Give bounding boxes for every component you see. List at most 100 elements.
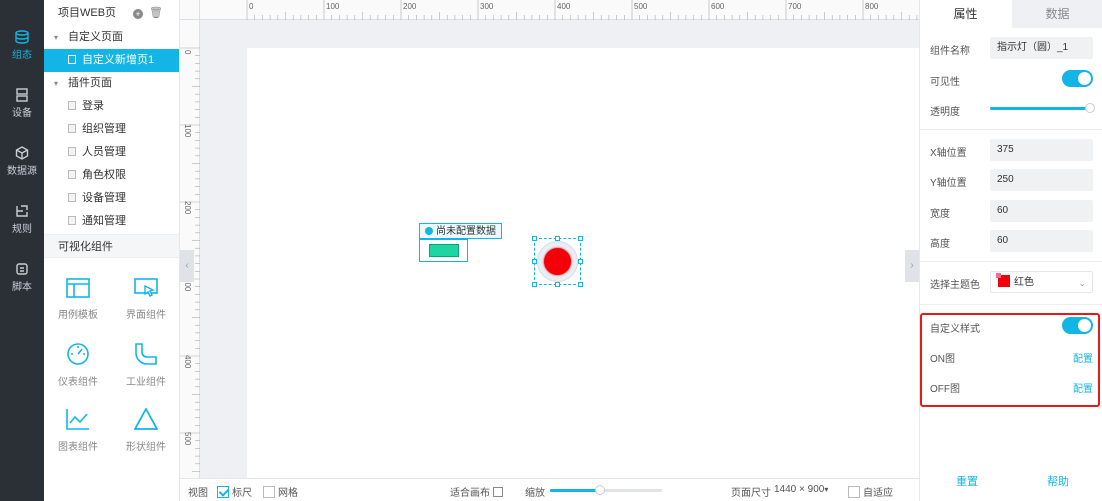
tree-group-plugin[interactable]: ▾ 插件页面 [44, 72, 179, 95]
tree-item-roles[interactable]: 角色权限 [44, 164, 179, 187]
tree-item-org[interactable]: 组织管理 [44, 118, 179, 141]
visible-toggle[interactable] [1062, 70, 1093, 87]
ruler-top-label: 300 [480, 2, 494, 11]
tree-item-label: 登录 [82, 100, 104, 112]
resize-handle[interactable] [578, 259, 583, 264]
tree-group-custom[interactable]: ▾ 自定义页面 [44, 26, 179, 49]
auto-fit-label: 自适应 [863, 488, 893, 499]
opacity-slider[interactable] [990, 103, 1095, 113]
info-dot-icon [425, 227, 433, 235]
help-button[interactable]: 帮助 [1047, 473, 1069, 489]
lamp-light [544, 248, 571, 275]
page-icon [68, 193, 76, 202]
resize-handle[interactable] [532, 259, 537, 264]
opacity-slider-knob[interactable] [1085, 103, 1095, 113]
resize-handle[interactable] [578, 282, 583, 287]
ruler-label: 标尺 [232, 488, 252, 499]
prop-opacity: 透明度 [930, 98, 1095, 120]
theme-color-value: 红色 [1014, 277, 1034, 288]
tree-item-custom-page-1[interactable]: 自定义新增页1 [44, 49, 179, 72]
rail-item-script[interactable]: 脚本 [0, 262, 44, 293]
delete-icon[interactable]: 🗑 [149, 7, 163, 19]
component-label: 仪表组件 [58, 377, 98, 388]
rail-item-configuration[interactable]: 组态 [0, 30, 44, 61]
component-name-input[interactable]: 指示灯（圆）_1 [990, 37, 1093, 59]
width-input[interactable]: 60 [990, 200, 1093, 222]
rail-item-rules[interactable]: 规则 [0, 204, 44, 235]
layers-icon [15, 30, 29, 44]
tree-item-label: 通知管理 [82, 215, 126, 227]
ruler-toggle[interactable]: 标尺 [217, 484, 252, 499]
tree-item-notify[interactable]: 通知管理 [44, 210, 179, 233]
rail-item-datasource[interactable]: 数据源 [0, 146, 44, 177]
chevron-left-icon: ‹ [185, 260, 189, 271]
ruler-left-label: 0 [183, 50, 192, 55]
page-icon [68, 124, 76, 133]
fit-canvas-label: 适合画布 [450, 488, 490, 499]
auto-fit-toggle[interactable]: 自适应 [848, 484, 893, 499]
rule-icon [16, 205, 28, 217]
x-position-input[interactable]: 375 [990, 139, 1093, 161]
caret-down-icon: ▾ [824, 485, 829, 494]
rail-item-device[interactable]: 设备 [0, 88, 44, 119]
cube-icon [15, 146, 29, 160]
grid-toggle[interactable]: 网格 [263, 484, 298, 499]
zoom-label: 缩放 [525, 488, 545, 499]
tree-item-people[interactable]: 人员管理 [44, 141, 179, 164]
component-ui[interactable]: 界面组件 [116, 278, 176, 321]
theme-color-select[interactable]: 红色 ⌄ [990, 271, 1093, 293]
ruler-top-label: 200 [403, 2, 417, 11]
triangle-icon [134, 408, 158, 430]
ruler-left-label: 200 [183, 201, 192, 215]
page-size-select[interactable]: 1440 × 900▾ [774, 484, 828, 495]
pointer-window-icon [134, 278, 158, 297]
tab-data[interactable]: 数据 [1012, 0, 1102, 28]
page-tree-panel: 项目WEB页 + 🗑 ▾ 自定义页面 自定义新增页1 ▾ 插件页面 登录 组织管理 人… [44, 0, 180, 501]
component-template[interactable]: 用例模板 [48, 278, 108, 321]
rail-label: 脚本 [12, 282, 32, 293]
tree-item-label: 组织管理 [82, 123, 126, 135]
tree-item-login[interactable]: 登录 [44, 95, 179, 118]
y-position-input[interactable]: 250 [990, 169, 1093, 191]
height-input[interactable]: 60 [990, 230, 1093, 252]
ruler-left-label: 400 [183, 355, 192, 369]
resize-handle[interactable] [532, 282, 537, 287]
rect-component[interactable] [419, 239, 468, 262]
tab-properties[interactable]: 属性 [920, 0, 1011, 28]
canvas-toolbar: 视图 标尺 网格 适合画布 缩放 页面尺寸 1440 × 900▾ 自适应 [180, 478, 919, 501]
collapse-right-handle[interactable]: › [905, 250, 919, 282]
component-shape[interactable]: 形状组件 [116, 408, 176, 453]
caret-down-icon: ▾ [54, 33, 59, 42]
properties-tabs: 属性 数据 [920, 0, 1102, 28]
collapse-left-handle[interactable]: ‹ [180, 250, 194, 282]
component-industrial[interactable]: 工业组件 [116, 343, 176, 388]
component-chart[interactable]: 图表组件 [48, 408, 108, 453]
resize-handle[interactable] [578, 236, 583, 241]
fit-canvas-button[interactable]: 适合画布 [450, 484, 503, 499]
indicator-lamp-component[interactable] [532, 236, 583, 287]
left-nav-rail: 组态 设备 数据源 规则 脚本 [0, 0, 44, 501]
grid-checkbox[interactable] [263, 486, 275, 498]
page-size-label: 页面尺寸 [731, 488, 771, 499]
ruler-checkbox[interactable] [217, 486, 229, 498]
auto-fit-checkbox[interactable] [848, 486, 860, 498]
rail-label: 规则 [12, 224, 32, 235]
tree-item-devices[interactable]: 设备管理 [44, 187, 179, 210]
caret-down-icon: ▾ [54, 79, 59, 88]
component-gauge[interactable]: 仪表组件 [48, 343, 108, 388]
resize-handle[interactable] [555, 282, 560, 287]
ruler-top-label: 800 [865, 2, 879, 11]
add-page-icon[interactable]: + [133, 9, 144, 19]
tree-title: 项目WEB页 [58, 7, 117, 19]
rail-label: 设备 [12, 108, 32, 119]
reset-button[interactable]: 重置 [956, 473, 978, 489]
resize-handle[interactable] [532, 236, 537, 241]
resize-handle[interactable] [555, 236, 560, 241]
design-page[interactable] [247, 48, 919, 478]
zoom-slider-knob[interactable] [595, 485, 606, 495]
ruler-top: 0 100 200 300 400 500 600 700 800 [200, 0, 919, 20]
ruler-left: 0 100 200 300 400 500 [180, 20, 200, 478]
zoom-slider[interactable] [550, 485, 662, 495]
tree-actions: + 🗑 [133, 0, 163, 26]
tree-group-label: 插件页面 [68, 77, 112, 89]
